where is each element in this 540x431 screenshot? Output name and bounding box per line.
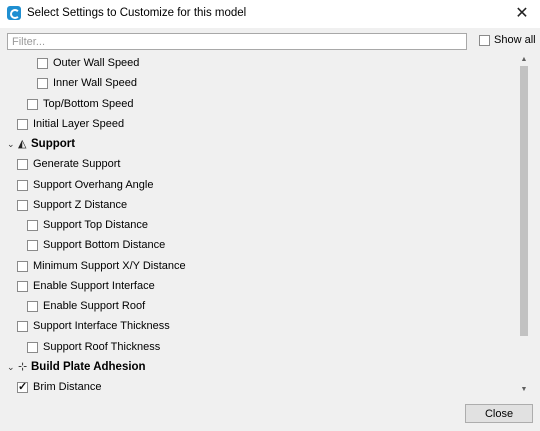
setting-item[interactable]: Support Interface Thickness [17,317,170,335]
show-all-checkbox[interactable] [479,34,490,46]
scrollbar-thumb[interactable] [520,66,528,336]
setting-checkbox[interactable] [17,158,28,170]
support-icon: ◭ [18,137,27,150]
setting-checkbox[interactable] [17,320,28,332]
setting-checkbox[interactable] [27,219,38,231]
setting-checkbox[interactable] [17,380,28,393]
setting-item[interactable]: Top/Bottom Speed [27,95,134,113]
scroll-up-arrow-icon[interactable]: ▲ [517,54,531,66]
settings-dialog: Select Settings to Customize for this mo… [0,0,540,431]
close-button[interactable]: Close [465,404,533,423]
setting-label: Support Top Distance [43,219,148,231]
filter-field[interactable] [7,33,467,50]
show-all-label: Show all [494,34,536,46]
setting-checkbox[interactable] [17,118,28,130]
setting-label: Initial Layer Speed [33,118,125,130]
setting-label: Support Roof Thickness [43,341,161,353]
setting-checkbox[interactable] [37,57,48,69]
setting-item[interactable]: Generate Support [17,155,120,173]
setting-label: Support Overhang Angle [33,179,154,191]
setting-item[interactable]: Support Overhang Angle [17,176,153,194]
setting-checkbox[interactable] [17,260,28,272]
setting-label: Support Interface Thickness [33,320,170,332]
setting-label: Outer Wall Speed [53,57,140,69]
setting-checkbox[interactable] [37,77,48,89]
setting-item[interactable]: Enable Support Interface [17,277,155,295]
setting-label: Brim Distance [33,381,102,393]
setting-label: Inner Wall Speed [53,77,137,89]
setting-label: Top/Bottom Speed [43,98,134,110]
setting-item[interactable]: Support Z Distance [17,196,127,214]
show-all-toggle[interactable]: Show all [479,34,536,46]
setting-checkbox[interactable] [17,179,28,191]
settings-list: Outer Wall Speed Inner Wall Speed Top/Bott… [7,54,517,396]
category-label: Build Plate Adhesion [31,361,146,373]
setting-item[interactable]: Brim Distance [17,378,101,396]
setting-item[interactable]: Initial Layer Speed [17,115,124,133]
title-bar: Select Settings to Customize for this mo… [0,0,540,28]
chevron-down-icon[interactable]: ⌄ [7,362,15,373]
setting-label: Support Bottom Distance [43,239,166,251]
setting-checkbox[interactable] [17,280,28,292]
setting-label: Generate Support [33,158,121,170]
category-header[interactable]: ⌄ ◭ Support [7,135,75,153]
close-icon[interactable]: ✕ [510,3,534,25]
setting-item[interactable]: Enable Support Roof [27,297,145,315]
vertical-scrollbar[interactable]: ▲ ▼ [517,54,531,396]
setting-item[interactable]: Minimum Support X/Y Distance [17,257,186,275]
setting-checkbox[interactable] [27,341,38,353]
adhesion-icon: ⊹ [18,360,28,373]
setting-item[interactable]: Support Top Distance [27,216,148,234]
setting-item[interactable]: Support Bottom Distance [27,236,165,254]
setting-label: Minimum Support X/Y Distance [33,260,186,272]
setting-label: Support Z Distance [33,199,128,211]
setting-label: Enable Support Roof [43,300,146,312]
filter-input[interactable] [8,34,466,49]
setting-item[interactable]: Support Roof Thickness [27,338,160,356]
setting-checkbox[interactable] [27,300,38,312]
setting-checkbox[interactable] [27,98,38,110]
cura-app-icon [7,6,21,20]
category-label: Support [31,138,76,150]
setting-checkbox[interactable] [27,239,38,251]
category-header[interactable]: ⌄ ⊹ Build Plate Adhesion [7,358,146,376]
window-title: Select Settings to Customize for this mo… [27,7,247,19]
scroll-down-arrow-icon[interactable]: ▼ [517,384,531,396]
setting-item[interactable]: Outer Wall Speed [37,54,139,72]
setting-checkbox[interactable] [17,199,28,211]
chevron-down-icon[interactable]: ⌄ [7,139,15,150]
setting-item[interactable]: Inner Wall Speed [37,74,137,92]
setting-label: Enable Support Interface [33,280,155,292]
